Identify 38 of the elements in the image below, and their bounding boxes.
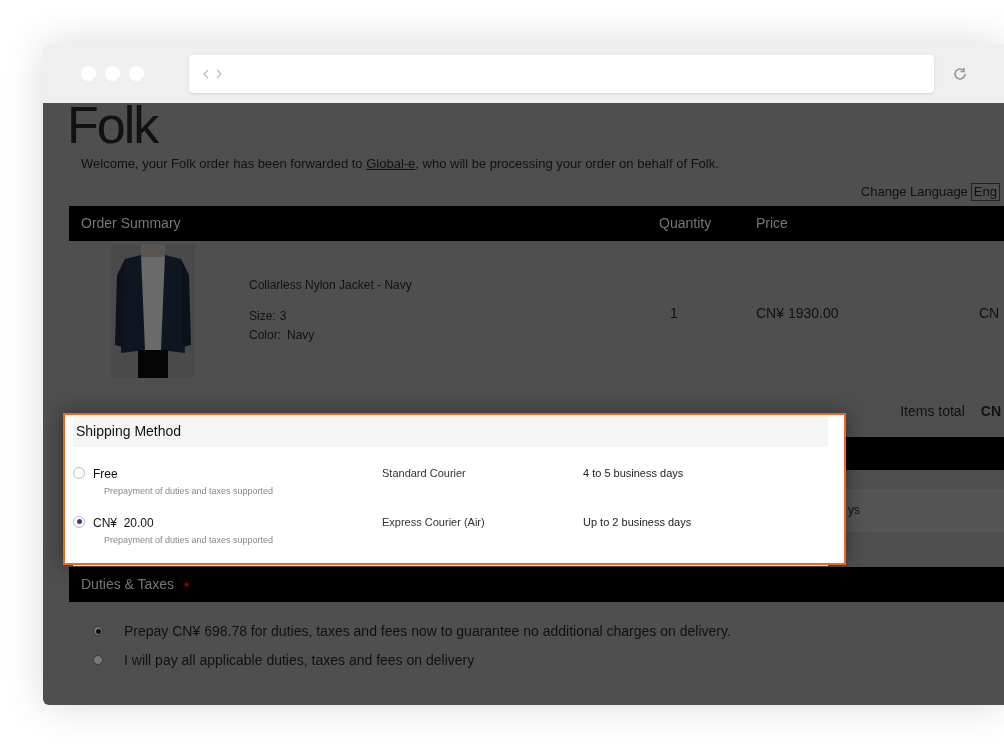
price-cell-text: CN¥ 1930.00 <box>756 304 839 323</box>
duties-title: Duties & Taxes <box>81 574 175 594</box>
table-cell-text: CN <box>979 304 1000 323</box>
courier-name: Standard Courier <box>382 466 467 481</box>
color-value: Navy <box>287 326 315 344</box>
radio-button[interactable] <box>93 626 103 636</box>
product-name: Collarless Nylon Jacket - Navy <box>249 276 412 294</box>
size-label: Size: <box>249 307 276 325</box>
welcome-text: Welcome, your Folk order has been forwarded to Global-e, who will be processing your order on behalf of Folk. <box>81 155 720 173</box>
forward-icon[interactable] <box>216 68 222 79</box>
column-header: Quantity <box>659 213 713 233</box>
shipping-note: Prepayment of duties and taxes supported <box>104 485 275 498</box>
radio-button[interactable] <box>73 467 85 479</box>
quantity-cell-text: 1 <box>670 304 678 323</box>
column-header: Order Summary <box>81 213 182 233</box>
size-value: 3 <box>279 307 287 325</box>
address-bar[interactable] <box>189 54 934 93</box>
back-icon[interactable] <box>203 68 209 79</box>
color-label: Color: <box>249 326 281 344</box>
delivery-time: 4 to 5 business days <box>583 466 684 481</box>
radio-button[interactable] <box>93 655 103 665</box>
reload-icon[interactable] <box>953 66 967 81</box>
shipping-price: Free <box>93 466 119 483</box>
courier-name: Express Courier (Air) <box>382 514 486 530</box>
required-mark: ★ <box>182 577 192 592</box>
delivery-time: Up to 2 business days <box>583 514 692 530</box>
shipping-price: CN¥ 20.00 <box>93 514 155 532</box>
language-select[interactable]: Eng <box>970 182 1000 201</box>
items-total-label: Items total <box>900 402 965 421</box>
items-total-value: CN <box>980 402 1001 421</box>
column-header: Price <box>756 213 788 233</box>
delivery-time-text: ys <box>848 502 860 519</box>
change-language-label: Change Language <box>860 182 968 201</box>
shipping-method-title: Shipping Method <box>76 422 182 441</box>
shipping-note: Prepayment of duties and taxes supported <box>104 533 275 547</box>
logo: Folk <box>67 99 160 149</box>
radio-button[interactable] <box>73 515 85 528</box>
duties-option-label: Prepay CN¥ 698.78 for duties, taxes and fees now to guarantee no additional charges on delivery. <box>124 621 731 641</box>
